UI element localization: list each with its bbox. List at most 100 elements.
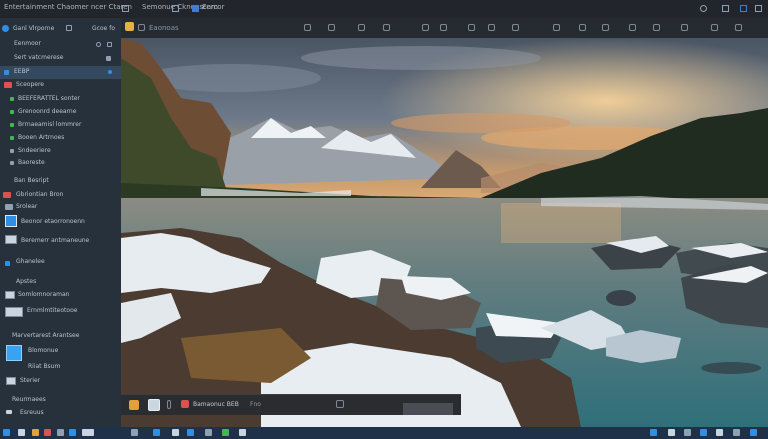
brush-icon[interactable]	[488, 24, 495, 31]
thumbnail-image	[5, 291, 15, 299]
thumbnail-image[interactable]	[148, 399, 160, 411]
app-icon[interactable]	[82, 429, 94, 436]
list-item[interactable]: Gbriontian Bron	[0, 189, 121, 201]
list-item[interactable]: Sterier	[0, 375, 121, 388]
sidebar-folder[interactable]: Sert vatcmerese	[0, 52, 121, 65]
list-item-label: Riiat Bsum	[28, 363, 61, 370]
more-icon[interactable]	[711, 24, 718, 31]
app-icon[interactable]	[44, 429, 51, 436]
app-icon[interactable]	[57, 429, 64, 436]
square-icon[interactable]	[336, 400, 344, 408]
section-label: Eenmoor	[14, 40, 41, 47]
list-item[interactable]: Blomonue	[0, 342, 121, 362]
info-icon[interactable]	[602, 24, 609, 31]
app-icon[interactable]	[131, 429, 138, 436]
thumbnail-image	[5, 235, 17, 244]
back-icon[interactable]	[138, 24, 145, 31]
bullet-icon	[10, 110, 14, 114]
refresh-icon[interactable]	[722, 5, 729, 12]
share-icon[interactable]	[553, 24, 560, 31]
grid-icon[interactable]	[383, 24, 390, 31]
settings-icon[interactable]	[735, 24, 742, 31]
sidebar-section[interactable]: Eenmoor	[0, 38, 121, 51]
filmstrip-count: Fno	[250, 401, 261, 408]
search-icon[interactable]	[304, 24, 311, 31]
list-item[interactable]: Beonor etaorronoenn	[0, 214, 121, 230]
adjust-icon[interactable]	[422, 24, 429, 31]
image-icon[interactable]	[125, 22, 134, 31]
delete-icon[interactable]	[653, 24, 660, 31]
sidebar-item-active[interactable]: EEBP	[0, 66, 121, 79]
square-icon[interactable]	[122, 5, 129, 12]
app-icon[interactable]	[187, 429, 194, 436]
sidebar-item-label: BEEFERATTEL sonter	[18, 95, 80, 102]
close-icon[interactable]	[106, 56, 111, 61]
list-item-label: Apstes	[16, 278, 37, 285]
tray-icon[interactable]	[668, 429, 675, 436]
tray-icon[interactable]	[733, 429, 740, 436]
app-icon[interactable]	[205, 429, 212, 436]
app-icon[interactable]	[222, 429, 229, 436]
list-item[interactable]: Riiat Bsum	[0, 361, 121, 373]
app-icon[interactable]	[69, 429, 76, 436]
list-item-label: Esreuus	[20, 409, 44, 416]
list-item[interactable]: Marvertarest Arantsee	[0, 330, 121, 342]
list-item[interactable]: Esreuus	[0, 407, 121, 419]
star-icon[interactable]	[681, 24, 688, 31]
sidebar-item[interactable]: Brrnaeamisl lommrer	[0, 119, 121, 132]
collapse-icon[interactable]	[66, 25, 72, 31]
filter-icon[interactable]	[440, 24, 447, 31]
filmstrip-item-label[interactable]: Bamaonuc BEB	[193, 401, 239, 408]
list-item[interactable]: Ernmlmtiteotooe	[0, 305, 121, 319]
folder-icon	[181, 400, 189, 408]
print-icon[interactable]	[629, 24, 636, 31]
sidebar-item-label: Sndeeriere	[18, 147, 51, 154]
scrollbar[interactable]	[403, 403, 453, 415]
filter-icon[interactable]	[107, 42, 112, 47]
text-icon[interactable]	[512, 24, 519, 31]
list-item[interactable]: Srolear	[0, 201, 121, 213]
thumbnail-image[interactable]	[129, 400, 139, 410]
settings-icon[interactable]	[96, 42, 101, 47]
app-icon[interactable]	[153, 429, 160, 436]
tray-icon[interactable]	[700, 429, 707, 436]
sidebar-item[interactable]: Booen Artrnoes	[0, 132, 121, 145]
folder-icon[interactable]	[32, 429, 39, 436]
photo-canvas[interactable]	[121, 38, 768, 427]
settings-icon[interactable]	[700, 5, 707, 12]
divider-icon	[167, 400, 171, 409]
list-item-label: Somlomnoraman	[18, 291, 70, 298]
sidebar-item[interactable]: BEEFERATTEL sonter	[0, 93, 121, 106]
sidebar-group-header[interactable]: Ban Besript	[0, 175, 121, 188]
account-icon[interactable]	[740, 5, 747, 12]
bullet-icon	[10, 161, 14, 165]
sidebar-item[interactable]: Grenoonrd deearne	[0, 106, 121, 119]
tray-icon[interactable]	[684, 429, 691, 436]
rotate-icon[interactable]	[358, 24, 365, 31]
app-icon[interactable]	[239, 429, 246, 436]
sidebar-tab-label[interactable]: Gcoe fo	[92, 25, 115, 32]
list-item[interactable]: Apstes	[0, 276, 121, 288]
list-item[interactable]: Beremerr antmaneune	[0, 233, 121, 249]
export-icon[interactable]	[579, 24, 586, 31]
app-icon[interactable]	[172, 429, 179, 436]
maximize-icon[interactable]	[755, 5, 762, 12]
tray-icon[interactable]	[750, 429, 757, 436]
sidebar-item[interactable]: Sceopere	[0, 79, 121, 92]
sidebar-header: Ganl Vlrporne Gcoe fo	[0, 20, 121, 36]
list-item[interactable]: Somlomnoraman	[0, 289, 121, 303]
window-icon[interactable]	[172, 5, 179, 12]
tray-icon[interactable]	[716, 429, 723, 436]
tray-icon[interactable]	[650, 429, 657, 436]
layers-icon[interactable]	[468, 24, 475, 31]
list-item[interactable]: Reurmaees	[0, 394, 121, 406]
start-icon[interactable]	[3, 429, 10, 436]
search-icon[interactable]	[18, 429, 25, 436]
thumbnail-image	[6, 377, 16, 385]
red-folder-icon	[3, 192, 11, 198]
app-logo-icon	[2, 25, 9, 32]
list-item[interactable]: Ghanelee	[0, 256, 121, 270]
sidebar-item[interactable]: Baoreste	[0, 157, 121, 170]
crop-icon[interactable]	[328, 24, 335, 31]
arrow-icon	[6, 410, 12, 414]
